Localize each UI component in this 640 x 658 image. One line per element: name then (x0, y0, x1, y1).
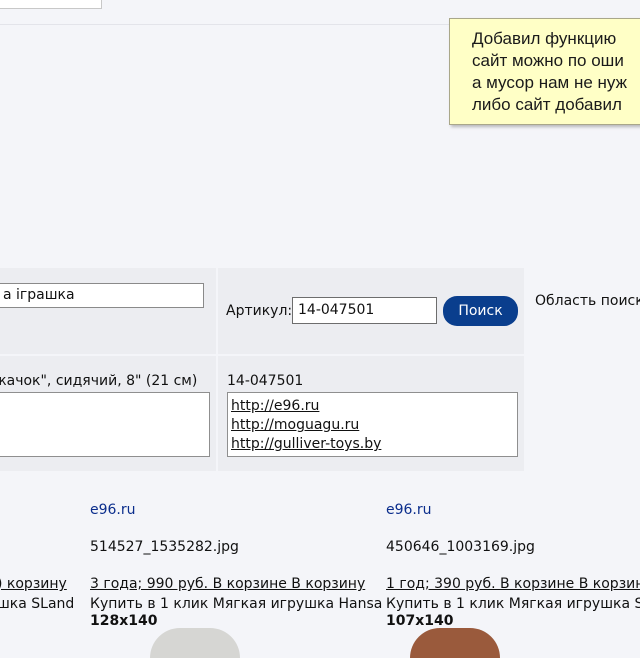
result-thumbnail[interactable] (150, 628, 240, 658)
product-link[interactable]: http://moguagu.ru (231, 416, 514, 435)
info-tooltip: Добавил функцию сайт можно по оши а мусо… (449, 18, 640, 125)
result-filename: 514527_1535282.jpg (90, 539, 239, 555)
result-filename: 450646_1003169.jpg (386, 539, 535, 555)
result-title[interactable]: Купить в 1 клик Мягкая игрушка Hansa (90, 596, 382, 612)
top-input-fragment[interactable] (0, 0, 102, 9)
search-area-label: Область поиск (535, 293, 640, 309)
result-dimensions: 107x140 (386, 613, 454, 629)
tooltip-line: а мусор нам не нуж (472, 73, 627, 92)
tooltip-line: Добавил функцию (472, 29, 617, 48)
product-link[interactable]: http://gulliver-toys.by (231, 435, 514, 454)
search-area-cell (526, 268, 640, 354)
tooltip-line: либо сайт добавил (472, 95, 622, 114)
tooltip-line: сайт можно по оши (472, 51, 624, 70)
result-dimensions: 128x140 (90, 613, 158, 629)
search-button[interactable]: Поиск (443, 296, 518, 326)
result-title[interactable]: Купить в 1 клик Мягкая игрушка SL (386, 596, 640, 612)
article-label: Артикул: (226, 303, 293, 319)
result-buy-link[interactable]: 3 года; 990 руб. В корзине В корзину (90, 576, 365, 592)
article-input[interactable]: 14-047501 (292, 297, 437, 324)
product-description-box[interactable] (0, 392, 210, 457)
search-query-input[interactable]: а іграшка (0, 283, 204, 308)
product-link[interactable]: http://e96.ru (231, 397, 514, 416)
result-thumbnail[interactable] (410, 628, 500, 658)
search-query-cell (0, 268, 216, 354)
result-title[interactable]: шка SLand (0, 596, 74, 612)
result-site[interactable]: e96.ru (90, 502, 136, 518)
product-name: жачок", сидячий, 8" (21 см) (0, 373, 198, 389)
result-site[interactable]: e96.ru (386, 502, 432, 518)
product-links-box[interactable]: http://e96.ru http://moguagu.ru http://g… (227, 392, 518, 457)
result-buy-link[interactable]: 1 год; 390 руб. В корзине В корзину (386, 576, 640, 592)
product-article: 14-047501 (227, 373, 304, 389)
result-buy-link[interactable]: ) корзину (0, 576, 67, 592)
